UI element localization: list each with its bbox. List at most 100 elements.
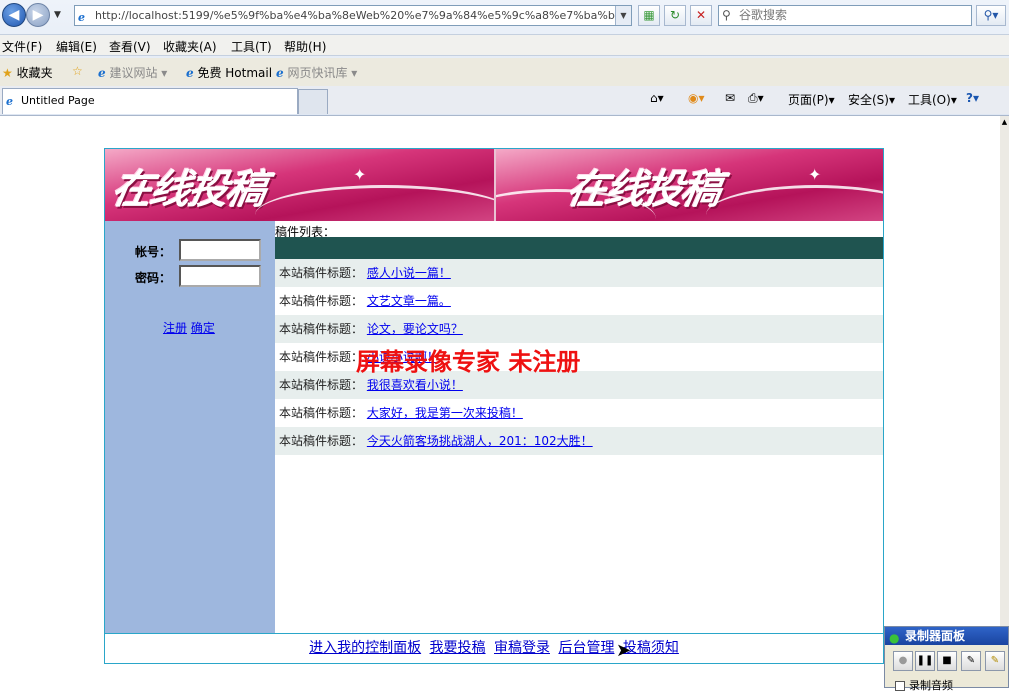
row-prefix: 本站稿件标题： [279, 322, 364, 336]
record-audio-label: 录制音频 [909, 679, 953, 692]
compatibility-icon[interactable]: ▦ [638, 5, 660, 26]
row-prefix: 本站稿件标题： [279, 434, 364, 448]
add-favorite-icon[interactable]: ☆ [72, 64, 83, 78]
ie-icon: e [98, 66, 106, 80]
article-list-panel: 稿件列表： 本站稿件标题： 感人小说一篇！ 本站稿件标题： 文艺文章一篇。 本站… [275, 221, 883, 633]
submit-article-link[interactable]: 我要投稿 [430, 640, 486, 656]
menu-tools[interactable]: 工具(T) [231, 38, 272, 55]
search-button[interactable]: ⚲▾ [976, 5, 1006, 26]
article-link[interactable]: 我很喜欢看小说！ [367, 378, 463, 392]
menu-edit[interactable]: 编辑(E) [56, 38, 97, 55]
review-login-link[interactable]: 审稿登录 [494, 640, 550, 656]
banner-right: 在线投稿 ✦ [494, 149, 883, 221]
favorites-bar: ★ 收藏夹 ☆ e 建议网站 ▾ e 免费 Hotmail e 网页快讯库 ▾ [0, 58, 1009, 86]
page-viewport: 在线投稿 ✦ 在线投稿 ✦ 帐号： 密码： 注册 确定 稿件列表： 本站稿件标题… [0, 116, 1000, 688]
star-icon: ★ [2, 66, 13, 80]
fav-hotmail[interactable]: e 免费 Hotmail [186, 64, 272, 81]
record-button[interactable]: ● [893, 651, 913, 671]
menu-favorites[interactable]: 收藏夹(A) [163, 38, 217, 55]
list-item: 本站稿件标题： 今天火箭客场挑战湖人，201：102大胜！ [275, 427, 883, 455]
favorites-label: 收藏夹 [16, 66, 53, 80]
confirm-link[interactable]: 确定 [191, 321, 215, 335]
mail-icon[interactable]: ✉ [725, 91, 735, 105]
row-prefix: 本站稿件标题： [279, 406, 364, 420]
menu-help[interactable]: 帮助(H) [284, 38, 326, 55]
print-icon[interactable]: ⎙▾ [748, 91, 764, 106]
control-panel-link[interactable]: 进入我的控制面板 [309, 640, 421, 656]
login-sidebar: 帐号： 密码： 注册 确定 [105, 221, 275, 633]
ie-icon: e [186, 66, 194, 80]
sparkle-icon: ✦ [353, 165, 367, 184]
fav-suggested-sites[interactable]: e 建议网站 ▾ [98, 64, 167, 81]
register-link[interactable]: 注册 [163, 321, 187, 335]
address-input[interactable]: e http://localhost:5199/%e5%9f%ba%e4%ba%… [74, 5, 632, 26]
footer-nav: 进入我的控制面板 我要投稿 审稿登录 后台管理 投稿须知 [105, 633, 883, 663]
submission-guide-link[interactable]: 投稿须知 [623, 640, 679, 656]
ie-page-icon: e [78, 11, 85, 24]
tab-title: Untitled Page [21, 94, 95, 107]
page-menu-label: 页面(P) [788, 93, 829, 107]
highlight-icon[interactable]: ✎ [985, 651, 1005, 671]
menu-file[interactable]: 文件(F) [2, 38, 42, 55]
article-link[interactable]: 论文，要论文吗？ [367, 322, 463, 336]
globe-icon: ● [889, 631, 900, 645]
article-link[interactable]: 文艺文章一篇。 [367, 294, 451, 308]
list-item: 本站稿件标题： 大家好，我是第一次来投稿！ [275, 399, 883, 427]
address-bar-row: ◀ ▶ ▼ e http://localhost:5199/%e5%9f%ba%… [0, 0, 1009, 32]
tools-menu-label: 工具(O) [908, 93, 951, 107]
list-item: 本站稿件标题： 感人小说一篇！ [275, 259, 883, 287]
stop-button[interactable]: ■ [937, 651, 957, 671]
password-input[interactable] [179, 265, 261, 287]
tab-untitled-page[interactable]: e Untitled Page [2, 88, 298, 114]
help-icon[interactable]: ?▾ [966, 91, 979, 105]
address-url: http://localhost:5199/%e5%9f%ba%e4%ba%8e… [95, 9, 632, 22]
vertical-scrollbar[interactable]: ▲ [1000, 116, 1009, 688]
article-link[interactable]: 今天火箭客场挑战湖人，201：102大胜！ [367, 434, 593, 448]
favorites-button[interactable]: ★ 收藏夹 [2, 64, 53, 81]
list-item: 本站稿件标题： 文艺文章一篇。 [275, 287, 883, 315]
feeds-icon[interactable]: ◉▾ [688, 91, 705, 105]
tools-menu[interactable]: 工具(O)▾ [908, 91, 957, 108]
admin-link[interactable]: 后台管理 [558, 640, 614, 656]
mouse-cursor-icon: ➤ [616, 640, 632, 661]
article-link[interactable]: 大家好，我是第一次来投稿！ [367, 406, 523, 420]
menu-view[interactable]: 查看(V) [109, 38, 151, 55]
login-links: 注册 确定 [163, 319, 215, 336]
forward-button[interactable]: ▶ [26, 3, 50, 27]
row-prefix: 本站稿件标题： [279, 378, 364, 392]
browser-chrome: ◀ ▶ ▼ e http://localhost:5199/%e5%9f%ba%… [0, 0, 1009, 116]
banner: 在线投稿 ✦ 在线投稿 ✦ [105, 149, 883, 221]
banner-left: 在线投稿 ✦ [105, 149, 494, 221]
scroll-up-icon[interactable]: ▲ [1000, 118, 1009, 126]
sparkle-icon: ✦ [808, 165, 822, 184]
search-input[interactable]: ⚲ 谷歌搜索 [718, 5, 972, 26]
article-link[interactable]: 感人小说一篇！ [367, 266, 451, 280]
page-frame: 在线投稿 ✦ 在线投稿 ✦ 帐号： 密码： 注册 确定 稿件列表： 本站稿件标题… [104, 148, 884, 664]
back-button[interactable]: ◀ [2, 3, 26, 27]
home-icon[interactable]: ⌂▾ [650, 91, 664, 105]
recorder-watermark: 屏幕录像专家 未注册 [356, 347, 581, 376]
fav-web-slice[interactable]: e 网页快讯库 ▾ [276, 64, 357, 81]
address-dropdown-icon[interactable]: ▼ [615, 6, 631, 25]
fav-suggested-label: 建议网站 [109, 66, 158, 80]
swoosh-decoration [706, 185, 883, 221]
new-tab-button[interactable] [298, 89, 328, 114]
fav-web-slice-label: 网页快讯库 [287, 66, 348, 80]
recorder-title: 录制器面板 [905, 629, 966, 643]
refresh-icon[interactable]: ↻ [664, 5, 686, 26]
safety-menu[interactable]: 安全(S)▾ [848, 91, 895, 108]
draw-icon[interactable]: ✎ [961, 651, 981, 671]
safety-menu-label: 安全(S) [848, 93, 889, 107]
list-header-bar [275, 237, 883, 259]
record-audio-option[interactable]: 录制音频 [895, 677, 953, 693]
page-menu[interactable]: 页面(P)▾ [788, 91, 835, 108]
recorder-title-bar: ● 录制器面板 [885, 627, 1008, 645]
record-audio-checkbox[interactable] [895, 681, 905, 691]
search-placeholder: 谷歌搜索 [739, 8, 788, 22]
recorder-panel: ● 录制器面板 ● ❚❚ ■ ✎ ✎ 录制音频 [884, 626, 1009, 692]
account-input[interactable] [179, 239, 261, 261]
banner-title: 在线投稿 [108, 167, 269, 213]
stop-icon[interactable]: ✕ [690, 5, 712, 26]
pause-button[interactable]: ❚❚ [915, 651, 935, 671]
history-dropdown-icon[interactable]: ▼ [54, 10, 61, 20]
